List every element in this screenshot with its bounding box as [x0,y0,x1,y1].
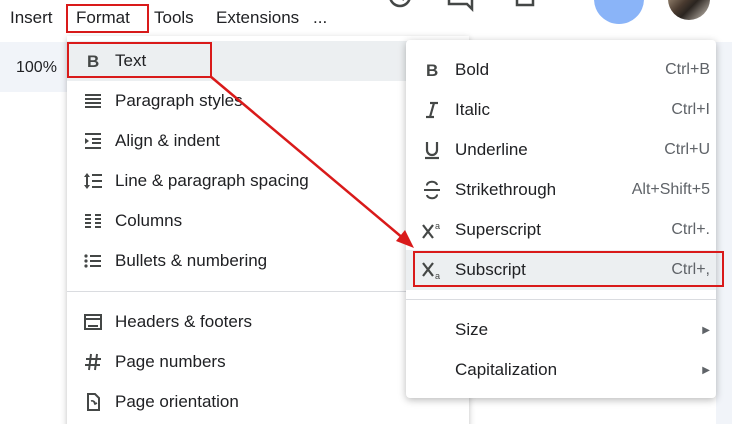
svg-text:B: B [426,61,438,80]
submenu-size[interactable]: Size ▶ [406,310,716,350]
submenu-bold-shortcut: Ctrl+B [665,61,710,78]
zoom-level[interactable]: 100% [16,59,57,77]
menu-extensions[interactable]: Extensions [216,8,299,28]
comment-icon[interactable] [447,0,475,14]
submenu-divider [406,299,716,300]
submenu-arrow-icon: ▶ [702,324,710,336]
menu-more[interactable]: ... [313,8,327,28]
submenu-arrow-icon: ▶ [702,364,710,376]
format-menu-page-orientation-label: Page orientation [115,392,239,411]
superscript-icon: a [420,218,444,242]
text-submenu: B Bold Ctrl+B Italic Ctrl+I Underline Ct… [406,40,716,398]
submenu-bold[interactable]: B Bold Ctrl+B [406,50,716,90]
submenu-superscript[interactable]: a Superscript Ctrl+. [406,210,716,250]
italic-icon [420,98,444,122]
format-highlight-box [66,4,149,33]
page-orientation-icon [81,390,105,414]
video-call-icon[interactable] [514,0,544,12]
format-menu-align-indent-label: Align & indent [115,131,220,150]
strikethrough-icon [420,178,444,202]
menu-tools[interactable]: Tools [154,8,194,28]
submenu-capitalization[interactable]: Capitalization ▶ [406,350,716,390]
submenu-strikethrough[interactable]: Strikethrough Alt+Shift+5 [406,170,716,210]
align-indent-icon [81,129,105,153]
history-icon[interactable] [386,0,414,14]
submenu-superscript-shortcut: Ctrl+. [671,221,710,238]
underline-icon [420,138,444,162]
format-menu-headers-footers-label: Headers & footers [115,312,253,331]
submenu-strikethrough-label: Strikethrough [455,180,557,199]
submenu-underline-label: Underline [455,140,528,159]
format-menu-line-spacing-label: Line & paragraph spacing [115,171,309,190]
submenu-italic[interactable]: Italic Ctrl+I [406,90,716,130]
svg-text:a: a [435,221,440,231]
submenu-size-label: Size [455,320,489,339]
bulleted-list-icon [81,249,105,273]
submenu-italic-label: Italic [455,100,490,119]
menu-insert[interactable]: Insert [10,8,53,28]
hash-icon [81,350,105,374]
submenu-underline-shortcut: Ctrl+U [664,141,710,158]
headers-footers-icon [81,310,105,334]
format-menu-bullets-label: Bullets & numbering [115,251,268,270]
submenu-superscript-label: Superscript [455,220,541,239]
text-highlight-box [67,42,212,78]
subscript-highlight-box [413,251,724,287]
format-menu-columns-label: Columns [115,211,183,230]
columns-icon [81,209,105,233]
line-spacing-icon [81,169,105,193]
format-menu-page-numbers-label: Page numbers [115,352,226,371]
submenu-capitalization-label: Capitalization [455,360,558,379]
bold-icon: B [420,58,444,82]
submenu-bold-label: Bold [455,60,490,79]
submenu-italic-shortcut: Ctrl+I [671,101,710,118]
submenu-strikethrough-shortcut: Alt+Shift+5 [631,181,710,198]
format-menu-paragraph-styles-label: Paragraph styles [115,91,243,110]
submenu-underline[interactable]: Underline Ctrl+U [406,130,716,170]
paragraph-styles-icon [81,89,105,113]
